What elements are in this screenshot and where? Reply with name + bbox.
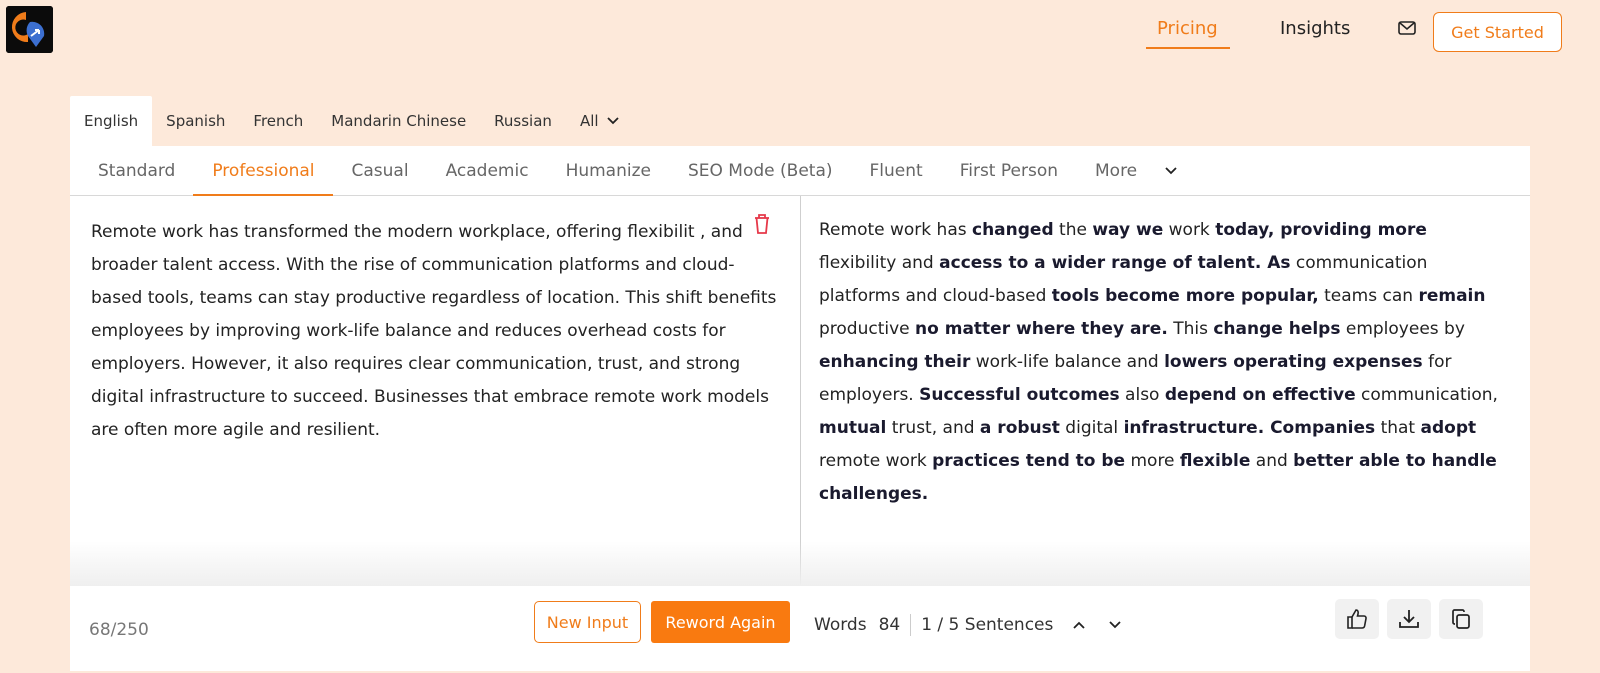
card-footer: 68/250 New Input Reword Again Words 84 1… (70, 586, 1530, 671)
lang-tab-all-label: All (579, 112, 599, 130)
unchanged-phrase: also (1119, 385, 1165, 405)
changed-phrase[interactable]: way we (1092, 220, 1163, 240)
mode-tab-seo[interactable]: SEO Mode (Beta) (669, 146, 851, 195)
unchanged-phrase: work-life balance and (970, 352, 1165, 372)
mail-icon[interactable] (1398, 21, 1416, 35)
changed-phrase[interactable]: Successful outcomes (919, 385, 1120, 405)
output-text[interactable]: Remote work has changed the way we work … (819, 214, 1509, 511)
changed-phrase[interactable]: adopt (1421, 418, 1477, 438)
language-tabs: English Spanish French Mandarin Chinese … (70, 96, 633, 146)
more-modes-toggle[interactable] (1155, 146, 1187, 195)
words-count: 84 (878, 615, 901, 635)
unchanged-phrase: This (1167, 319, 1214, 339)
copy-button[interactable] (1439, 599, 1483, 639)
changed-phrase[interactable]: depend on effective (1165, 385, 1356, 405)
mode-tabs: Standard Professional Casual Academic Hu… (70, 146, 1530, 196)
top-nav: Pricing Insights Get Started (1000, 12, 1600, 52)
changed-phrase[interactable]: tools become more popular, (1052, 286, 1319, 306)
logo[interactable] (6, 6, 53, 53)
logo-icon (6, 6, 53, 53)
reword-again-button[interactable]: Reword Again (651, 601, 790, 643)
unchanged-phrase: remote work (819, 451, 933, 471)
paraphraser-card: Standard Professional Casual Academic Hu… (70, 146, 1530, 671)
scroll-fade (70, 541, 1530, 586)
thumbs-up-button[interactable] (1335, 599, 1379, 639)
unchanged-phrase: flexibility and (819, 253, 940, 273)
lang-tab-spanish[interactable]: Spanish (152, 96, 239, 146)
chevron-down-icon (1165, 166, 1177, 174)
word-counter: 68/250 (89, 620, 149, 640)
trash-icon[interactable] (753, 213, 771, 235)
new-input-button[interactable]: New Input (534, 601, 641, 643)
mode-tab-first-person[interactable]: First Person (941, 146, 1076, 195)
changed-phrase[interactable]: practices tend to be (932, 451, 1125, 471)
download-button[interactable] (1387, 599, 1431, 639)
mode-tab-humanize[interactable]: Humanize (547, 146, 669, 195)
get-started-button[interactable]: Get Started (1433, 12, 1562, 52)
unchanged-phrase: and (1250, 451, 1294, 471)
mode-tab-casual[interactable]: Casual (333, 146, 427, 195)
changed-phrase[interactable]: access to a wider range of talent. As (939, 253, 1290, 273)
prev-sentence-button[interactable] (1073, 621, 1086, 629)
unchanged-phrase: the (1053, 220, 1093, 240)
lang-tab-all[interactable]: All (566, 96, 633, 146)
chevron-up-icon (1073, 621, 1086, 629)
changed-phrase[interactable]: mutual (819, 418, 886, 438)
changed-phrase[interactable]: a robust (980, 418, 1060, 438)
unchanged-phrase: teams can (1318, 286, 1419, 306)
unchanged-phrase: trust, and (886, 418, 980, 438)
changed-phrase[interactable]: flexible (1180, 451, 1250, 471)
changed-phrase[interactable]: change helps (1213, 319, 1340, 339)
unchanged-phrase: work (1163, 220, 1216, 240)
changed-phrase[interactable]: no matter where they are. (915, 319, 1168, 339)
thumbs-up-icon (1347, 609, 1367, 629)
lang-tab-english[interactable]: English (70, 96, 153, 146)
mode-tab-fluent[interactable]: Fluent (851, 146, 941, 195)
mode-tab-professional[interactable]: Professional (193, 146, 333, 196)
mode-tab-more[interactable]: More (1076, 146, 1155, 195)
changed-phrase[interactable]: enhancing their (819, 352, 970, 372)
stats-separator (910, 614, 912, 636)
unchanged-phrase: communication, (1355, 385, 1498, 405)
changed-phrase[interactable]: infrastructure. Companies (1124, 418, 1376, 438)
copy-icon (1452, 609, 1470, 629)
changed-phrase[interactable]: today, providing more (1215, 220, 1427, 240)
unchanged-phrase: more (1125, 451, 1180, 471)
unchanged-phrase: that (1375, 418, 1421, 438)
mode-tab-standard[interactable]: Standard (70, 146, 193, 195)
unchanged-phrase: Remote work has (819, 220, 972, 240)
unchanged-phrase: digital (1059, 418, 1124, 438)
unchanged-phrase: employees by (1340, 319, 1465, 339)
nav-insights[interactable]: Insights (1280, 18, 1350, 39)
nav-active-underline (1146, 47, 1230, 49)
chevron-down-icon (606, 117, 619, 125)
input-textarea[interactable]: Remote work has transformed the modern w… (91, 216, 781, 447)
lang-tab-french[interactable]: French (239, 96, 317, 146)
changed-phrase[interactable]: lowers operating expenses (1164, 352, 1423, 372)
changed-phrase[interactable]: changed (972, 220, 1054, 240)
nav-pricing[interactable]: Pricing (1157, 18, 1218, 39)
changed-phrase[interactable]: remain (1418, 286, 1485, 306)
chevron-down-icon (1109, 621, 1122, 629)
unchanged-phrase: productive (819, 319, 916, 339)
next-sentence-button[interactable] (1109, 621, 1122, 629)
lang-tab-mandarin[interactable]: Mandarin Chinese (317, 96, 480, 146)
sentences-indicator: 1 / 5 Sentences (921, 615, 1054, 635)
words-label: Words (814, 615, 867, 635)
download-icon (1399, 610, 1419, 628)
lang-tab-russian[interactable]: Russian (480, 96, 566, 146)
output-stats: Words 84 1 / 5 Sentences (814, 610, 1122, 640)
mode-tab-academic[interactable]: Academic (427, 146, 547, 195)
